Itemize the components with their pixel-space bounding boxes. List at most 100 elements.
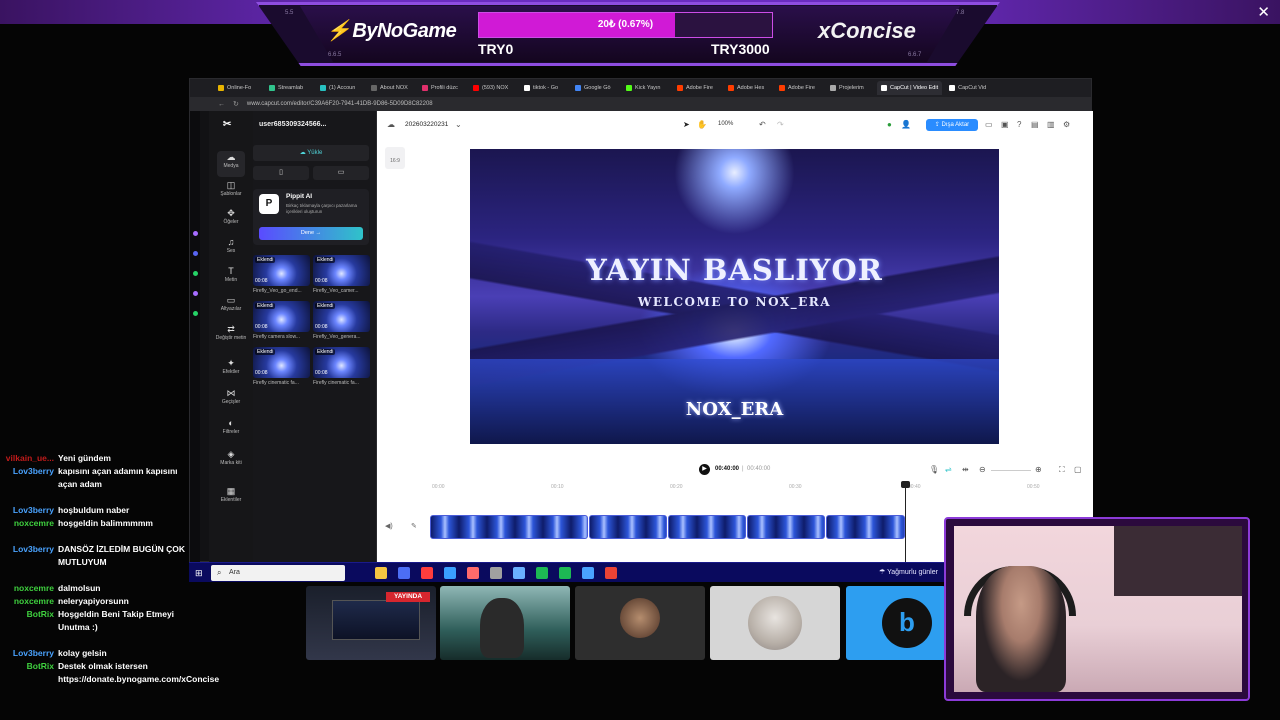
discord-icon[interactable] xyxy=(193,251,198,256)
twitch-icon[interactable] xyxy=(193,231,198,236)
sidebar-item-şablonlar[interactable]: ◫ Şablonlar xyxy=(209,179,253,205)
twitch-icon[interactable] xyxy=(193,291,198,296)
sidebar-item-metin[interactable]: T Metin xyxy=(209,265,253,291)
sidebar-item-medya[interactable]: ☁ Medya xyxy=(217,151,245,177)
zoom-in-icon[interactable]: ⊕ xyxy=(1035,465,1042,474)
browser-tab[interactable]: Online-Fo xyxy=(214,81,262,95)
username-label[interactable]: user685309324566... xyxy=(259,121,326,128)
export-button[interactable]: ⇪ Dışa Aktar xyxy=(926,119,978,131)
taskbar-app-icon[interactable] xyxy=(444,567,456,579)
close-icon[interactable]: ✕ xyxy=(1257,3,1270,21)
media-thumbnail[interactable]: Eklendi 00:08 xyxy=(313,301,370,332)
phone-upload-button[interactable]: ▯ xyxy=(253,166,309,180)
video-clip[interactable] xyxy=(825,515,905,539)
add-user-icon[interactable]: 👤 xyxy=(901,120,911,129)
guest-cam-2[interactable] xyxy=(575,586,705,660)
taskbar-app-icon[interactable] xyxy=(559,567,571,579)
media-thumbnail[interactable]: Eklendi 00:08 xyxy=(253,301,310,332)
cloud-icon[interactable]: ☁ xyxy=(387,120,395,129)
aspect-ratio-button[interactable]: 16:9 xyxy=(385,147,405,169)
whatsapp-icon[interactable] xyxy=(193,271,198,276)
play-button[interactable]: ▶ xyxy=(699,464,710,475)
pippit-try-button[interactable]: Dene → xyxy=(259,227,363,240)
edit-cover-icon[interactable]: ✎ xyxy=(411,522,417,530)
hand-tool-icon[interactable]: ✋ xyxy=(697,120,707,129)
chat-username[interactable]: Lov3berry xyxy=(0,543,54,556)
browser-tab[interactable]: Projelerim xyxy=(826,81,874,95)
sidebar-item-eklentiler[interactable]: ▦ Eklentiler xyxy=(209,485,253,511)
whatsapp-icon[interactable] xyxy=(193,311,198,316)
back-icon[interactable]: ← xyxy=(218,101,225,108)
fullscreen-icon[interactable]: ⛶ xyxy=(1059,465,1065,475)
zoom-slider[interactable] xyxy=(991,470,1031,471)
avatar[interactable]: ● xyxy=(887,120,892,129)
audio-mute-icon[interactable]: ◀) xyxy=(385,522,393,530)
upload-button[interactable]: ☁ Yükle xyxy=(253,145,369,161)
taskbar-search[interactable]: Ara xyxy=(211,565,345,581)
project-name[interactable]: 202603220231 xyxy=(405,121,448,128)
weather-widget[interactable]: ☂ Yağmurlu günler xyxy=(879,568,938,576)
sidebar-item-efektler[interactable]: ✦ Efektler xyxy=(209,357,253,383)
media-thumbnail[interactable]: Eklendi 00:08 xyxy=(313,255,370,286)
address-bar[interactable]: ← ↻ www.capcut.com/editor/C39A6F20-7941-… xyxy=(190,97,1091,111)
sidebar-item-ses[interactable]: ♫ Ses xyxy=(209,236,253,262)
playhead[interactable] xyxy=(905,481,906,563)
feedback-icon[interactable]: ▢ xyxy=(1074,465,1082,474)
chat-username[interactable]: BotRix xyxy=(0,660,54,673)
video-preview[interactable]: YAYIN BASLIYOR WELCOME TO NOX_ERA NOX_ER… xyxy=(470,149,999,444)
browser-tab[interactable]: About NOX xyxy=(367,81,415,95)
browser-tab[interactable]: Google Gö xyxy=(571,81,619,95)
video-clip[interactable] xyxy=(746,515,825,539)
undo-icon[interactable]: ↶ xyxy=(759,120,766,129)
guest-cam-3[interactable] xyxy=(710,586,840,660)
taskbar-app-icon[interactable] xyxy=(375,567,387,579)
taskbar-app-icon[interactable] xyxy=(513,567,525,579)
sidebar-item-marka-kiti[interactable]: ◈ Marka kiti xyxy=(209,448,253,474)
browser-tab[interactable]: Profili düzc xyxy=(418,81,466,95)
sidebar-item-filtreler[interactable]: ◐ Filtreler xyxy=(209,417,253,443)
panel-icon[interactable]: ▥ xyxy=(1047,120,1055,129)
taskbar-app-icon[interactable] xyxy=(490,567,502,579)
chat-username[interactable]: noxcemre xyxy=(0,517,54,530)
sidebar-item-altyazılar[interactable]: ▭ Altyazılar xyxy=(209,294,253,320)
media-thumbnail[interactable]: Eklendi 00:08 xyxy=(253,347,310,378)
browser-tab[interactable]: Streamlab xyxy=(265,81,313,95)
browser-tab[interactable]: Kick Yayın xyxy=(622,81,670,95)
monitor-icon[interactable]: ▭ xyxy=(985,120,993,129)
chat-username[interactable]: noxcemre xyxy=(0,595,54,608)
settings-icon[interactable]: ⚙ xyxy=(1063,120,1070,129)
video-clip[interactable] xyxy=(589,515,668,539)
chat-username[interactable]: vilkain_ue... xyxy=(0,452,54,465)
select-tool-icon[interactable]: ➤ xyxy=(683,120,690,129)
chat-username[interactable]: noxcemre xyxy=(0,582,54,595)
zoom-out-icon[interactable]: ⊖ xyxy=(979,465,986,474)
comment-icon[interactable]: ▣ xyxy=(1001,120,1009,129)
link-icon[interactable]: ⇌ xyxy=(945,465,952,474)
browser-tab[interactable]: (593) NOX xyxy=(469,81,517,95)
chevron-down-icon[interactable]: ⌄ xyxy=(455,120,462,129)
taskbar-app-icon[interactable] xyxy=(467,567,479,579)
browser-tab[interactable]: Adobe Fire xyxy=(775,81,823,95)
media-thumbnail[interactable]: Eklendi 00:08 xyxy=(253,255,310,286)
browser-tab[interactable]: (1) Accoun xyxy=(316,81,364,95)
taskbar-app-icon[interactable] xyxy=(582,567,594,579)
chat-username[interactable]: Lov3berry xyxy=(0,465,54,478)
sidebar-item-değiştir-metin[interactable]: ⇄ Değiştir metin xyxy=(209,323,253,349)
capcut-logo-icon[interactable]: ✂ xyxy=(223,119,231,130)
browser-tab[interactable]: tiktok - Go xyxy=(520,81,568,95)
windows-start-icon[interactable]: ⊞ xyxy=(195,568,203,579)
bynogame-cam[interactable]: b xyxy=(846,586,946,660)
media-thumbnail[interactable]: Eklendi 00:08 xyxy=(313,347,370,378)
reload-icon[interactable]: ↻ xyxy=(233,100,239,108)
screen-record-button[interactable]: ▭ xyxy=(313,166,369,180)
taskbar-app-icon[interactable] xyxy=(605,567,617,579)
browser-tab[interactable]: Adobe Hes xyxy=(724,81,772,95)
video-clip[interactable] xyxy=(668,515,746,539)
browser-tab[interactable]: CapCut | Video Edit xyxy=(877,81,943,95)
help-icon[interactable]: ? xyxy=(1017,120,1021,129)
video-clip[interactable] xyxy=(430,515,589,539)
browser-tab[interactable]: CapCut Vid xyxy=(945,81,993,95)
shortcuts-icon[interactable]: ▤ xyxy=(1031,120,1039,129)
taskbar-app-icon[interactable] xyxy=(536,567,548,579)
browser-tab[interactable]: Adobe Fire xyxy=(673,81,721,95)
